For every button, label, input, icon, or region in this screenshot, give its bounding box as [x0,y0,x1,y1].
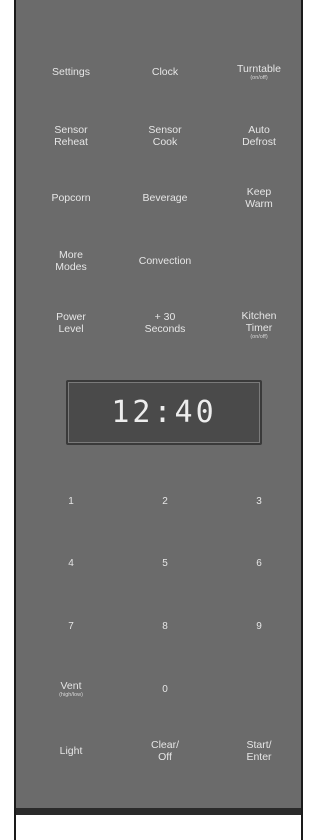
button-label-line2: Cook [152,136,178,148]
auto-defrost-button[interactable]: Auto Defrost [214,116,304,156]
digit-3-button[interactable]: 3 [214,482,304,522]
button-label: Keep [246,186,272,198]
button-label-line2: Warm [245,198,273,210]
plus-30-seconds-button[interactable]: + 30 Seconds [120,303,210,343]
button-label: Start/ [246,739,272,751]
button-label: + 30 [154,311,176,323]
digit-4-button[interactable]: 4 [26,544,116,584]
button-label: 8 [162,621,168,632]
button-label: 2 [162,496,168,507]
button-label-line2: Enter [246,751,272,763]
power-level-button[interactable]: Power Level [26,303,116,343]
digit-6-button[interactable]: 6 [214,544,304,584]
light-button[interactable]: Light [26,731,116,771]
vent-button[interactable]: Vent (high/low) [26,669,116,709]
button-label: 1 [68,496,74,507]
button-label-line2: Reheat [54,136,88,148]
button-label-line2: Level [58,323,84,335]
button-label: 9 [256,621,262,632]
digit-1-button[interactable]: 1 [26,482,116,522]
button-label-line2: Defrost [242,136,276,148]
digit-2-button[interactable]: 2 [120,482,210,522]
button-label: Light [59,745,83,757]
button-label: 0 [162,684,168,695]
convection-button[interactable]: Convection [120,241,210,281]
button-label: Settings [52,66,90,78]
digit-9-button[interactable]: 9 [214,607,304,647]
digit-5-button[interactable]: 5 [120,544,210,584]
button-label: Sensor [54,124,88,136]
button-label: 3 [256,496,262,507]
popcorn-button[interactable]: Popcorn [26,178,116,218]
button-label-line2: Seconds [144,323,186,335]
button-label-line2: Modes [55,261,87,273]
sensor-cook-button[interactable]: Sensor Cook [120,116,210,156]
digit-7-button[interactable]: 7 [26,607,116,647]
keep-warm-button[interactable]: Keep Warm [214,178,304,218]
button-sublabel: (on/off) [250,74,268,81]
button-label: Beverage [142,192,188,204]
button-label: Clock [151,66,179,78]
button-label: Turntable [237,62,281,75]
clear-off-button[interactable]: Clear/ Off [120,731,210,771]
beverage-button[interactable]: Beverage [120,178,210,218]
button-label: Vent [60,679,82,692]
button-label: Kitchen [241,309,277,322]
button-label: Sensor [148,124,182,136]
button-label: More [59,249,83,261]
button-label-line2: Timer [245,321,273,334]
button-label: 4 [68,558,74,569]
digit-0-button[interactable]: 0 [120,670,210,710]
clock-readout: 12:40 [111,395,217,430]
button-label: Power [56,311,86,323]
kitchen-timer-button[interactable]: Kitchen Timer (on/off) [214,305,304,345]
turntable-button[interactable]: Turntable (on/off) [214,52,304,92]
clock-button[interactable]: Clock [120,52,210,92]
digit-8-button[interactable]: 8 [120,607,210,647]
button-label: Clear/ [150,739,179,751]
button-label: 7 [68,621,74,632]
button-label: Convection [138,255,192,267]
button-sublabel: (on/off) [250,333,268,340]
time-display: 12:40 [66,380,262,445]
settings-button[interactable]: Settings [26,52,116,92]
start-enter-button[interactable]: Start/ Enter [214,731,304,771]
sensor-reheat-button[interactable]: Sensor Reheat [26,116,116,156]
more-modes-button[interactable]: More Modes [26,241,116,281]
button-sublabel: (high/low) [59,691,83,698]
button-label: 5 [162,558,168,569]
button-label-line2: Off [158,751,172,763]
button-label: Auto [248,124,270,136]
button-label: Popcorn [51,192,91,204]
button-label: 6 [256,558,262,569]
panel-bottom-edge [16,808,301,815]
